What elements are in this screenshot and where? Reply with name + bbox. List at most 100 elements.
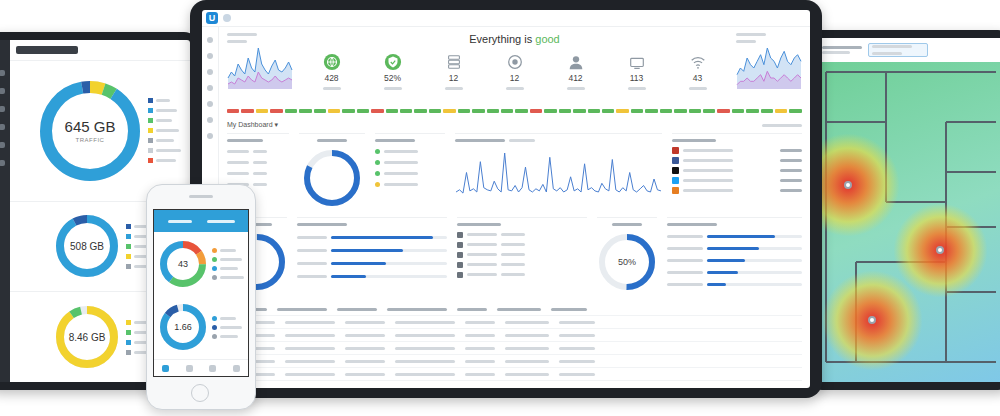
health-segment[interactable] <box>386 109 398 113</box>
health-segment[interactable] <box>602 109 614 113</box>
health-segment[interactable] <box>689 109 701 113</box>
health-segment[interactable] <box>371 109 383 113</box>
text-placeholder <box>297 275 327 278</box>
nav-icon[interactable] <box>162 365 169 372</box>
health-segment[interactable] <box>616 109 628 113</box>
health-segment[interactable] <box>328 109 340 113</box>
text-placeholder <box>455 139 505 142</box>
stat-item[interactable]: 412 <box>567 53 585 92</box>
app-row[interactable] <box>672 167 802 174</box>
table-row[interactable] <box>227 329 802 342</box>
health-segment[interactable] <box>717 109 729 113</box>
sidebar-icon[interactable] <box>0 88 5 94</box>
health-segment[interactable] <box>458 109 470 113</box>
stat-item[interactable]: 12 <box>506 53 524 92</box>
health-segment[interactable] <box>674 109 686 113</box>
access-point-icon[interactable] <box>844 181 852 189</box>
sidebar-icon[interactable] <box>207 117 213 123</box>
sidebar-icon[interactable] <box>0 70 5 76</box>
nav-icon[interactable] <box>186 365 193 372</box>
health-segment[interactable] <box>515 109 527 113</box>
sidebar-icon[interactable] <box>207 101 213 107</box>
table-row[interactable] <box>227 355 802 368</box>
health-segment[interactable] <box>789 109 801 113</box>
sidebar-icon[interactable] <box>0 124 5 130</box>
health-segment[interactable] <box>746 109 758 113</box>
stat-item[interactable]: 12 <box>445 53 463 92</box>
health-segment[interactable] <box>761 109 773 113</box>
text-placeholder <box>285 360 335 363</box>
health-segment[interactable] <box>256 109 268 113</box>
health-segment[interactable] <box>487 109 499 113</box>
sidebar-icon[interactable] <box>207 133 213 139</box>
health-segment[interactable] <box>241 109 253 113</box>
app-row[interactable] <box>672 177 802 184</box>
health-segment[interactable] <box>314 109 326 113</box>
table-row[interactable] <box>227 368 802 381</box>
stat-item[interactable]: 428 <box>323 53 341 92</box>
app-row[interactable] <box>672 187 802 194</box>
device-row[interactable] <box>457 261 587 268</box>
health-segment[interactable] <box>414 109 426 113</box>
health-segment[interactable] <box>660 109 672 113</box>
health-segment[interactable] <box>400 109 412 113</box>
ring-track <box>46 87 134 175</box>
site-icon[interactable] <box>223 14 231 22</box>
health-segment[interactable] <box>501 109 513 113</box>
device-row[interactable] <box>457 251 587 258</box>
health-segment[interactable] <box>472 109 484 113</box>
table-row[interactable] <box>227 342 802 355</box>
sidebar-icon[interactable] <box>0 160 5 166</box>
health-segment[interactable] <box>270 109 282 113</box>
sidebar-icon[interactable] <box>207 69 213 75</box>
usage-ring-center: 508 GB <box>56 215 118 277</box>
sidebar-icon[interactable] <box>0 142 5 148</box>
health-segment[interactable] <box>588 109 600 113</box>
client-row[interactable] <box>375 181 445 188</box>
phone: 431.66 <box>146 184 256 410</box>
map-options[interactable] <box>868 43 928 57</box>
app-row[interactable] <box>672 147 802 154</box>
nav-icon[interactable] <box>209 365 216 372</box>
health-segment[interactable] <box>645 109 657 113</box>
dashboard-selector[interactable]: My Dashboard ▾ <box>227 121 278 129</box>
health-segment[interactable] <box>443 109 455 113</box>
health-segment[interactable] <box>299 109 311 113</box>
health-segment[interactable] <box>631 109 643 113</box>
sidebar-icon[interactable] <box>207 37 213 43</box>
health-segment[interactable] <box>530 109 542 113</box>
device-row[interactable] <box>457 241 587 248</box>
health-segment[interactable] <box>544 109 556 113</box>
access-point-icon[interactable] <box>868 316 876 324</box>
health-segment[interactable] <box>732 109 744 113</box>
sidebar-icon[interactable] <box>0 106 5 112</box>
range-selector[interactable] <box>16 46 78 54</box>
text-placeholder <box>822 51 850 54</box>
stat-item[interactable]: 52% <box>384 53 402 92</box>
device-row[interactable] <box>457 231 587 238</box>
app-row[interactable] <box>672 157 802 164</box>
health-segment[interactable] <box>775 109 787 113</box>
client-row[interactable] <box>375 170 445 177</box>
health-segment[interactable] <box>559 109 571 113</box>
health-segment[interactable] <box>357 109 369 113</box>
home-button[interactable] <box>191 384 209 402</box>
health-segment[interactable] <box>703 109 715 113</box>
client-row[interactable] <box>375 148 445 155</box>
client-row[interactable] <box>375 159 445 166</box>
stat-value: 43 <box>693 73 702 83</box>
device-row[interactable] <box>457 271 587 278</box>
sidebar-icon[interactable] <box>207 53 213 59</box>
table-row[interactable] <box>227 316 802 329</box>
access-point-icon[interactable] <box>936 246 944 254</box>
health-segment[interactable] <box>285 109 297 113</box>
sidebar-icon[interactable] <box>207 85 213 91</box>
stat-item[interactable]: 113 <box>628 53 646 92</box>
health-segment[interactable] <box>342 109 354 113</box>
bar-row <box>667 245 802 252</box>
health-segment[interactable] <box>429 109 441 113</box>
stat-item[interactable]: 43 <box>689 53 707 92</box>
health-segment[interactable] <box>227 109 239 113</box>
nav-icon[interactable] <box>233 365 240 372</box>
health-segment[interactable] <box>573 109 585 113</box>
